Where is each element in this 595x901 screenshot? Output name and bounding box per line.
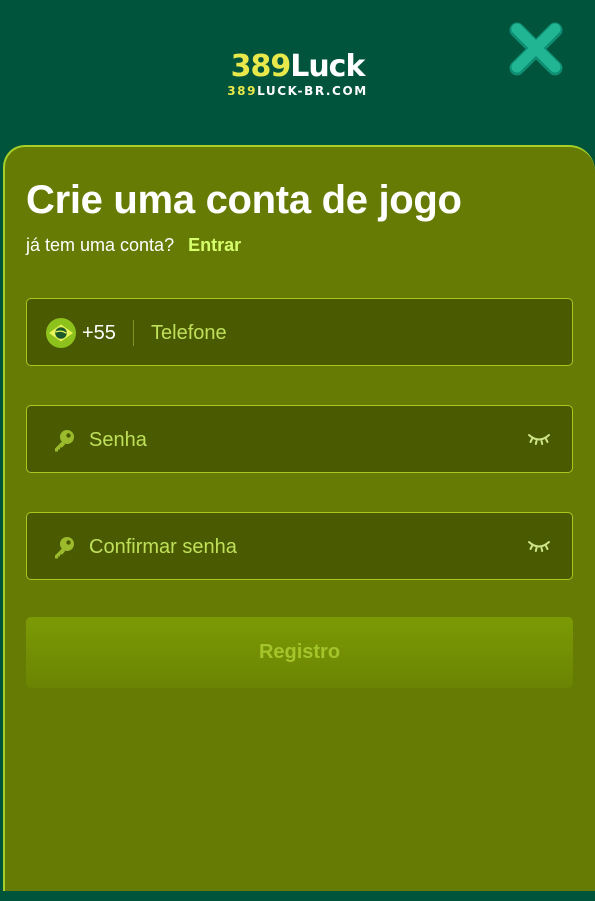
page-title: Crie uma conta de jogo: [26, 178, 462, 222]
close-button[interactable]: [505, 18, 567, 80]
country-code[interactable]: +55: [82, 321, 116, 345]
confirm-password-input[interactable]: [89, 533, 509, 561]
phone-input[interactable]: [151, 319, 551, 347]
login-prompt-text: já tem uma conta?: [26, 235, 175, 255]
brazil-flag-icon: [46, 318, 76, 348]
key-icon: [55, 430, 74, 452]
login-link[interactable]: Entrar: [188, 235, 241, 255]
phone-field[interactable]: +55: [26, 298, 573, 366]
eye-closed-icon[interactable]: [527, 430, 551, 448]
field-divider: [133, 320, 134, 346]
key-icon: [55, 537, 74, 559]
confirm-password-field[interactable]: [26, 512, 573, 580]
login-prompt-row: já tem uma conta? Entrar: [26, 234, 241, 256]
close-icon: [509, 22, 563, 76]
logo-domain: 389LUCK-BR.COM: [227, 84, 368, 98]
password-input[interactable]: [89, 426, 509, 454]
password-field[interactable]: [26, 405, 573, 473]
eye-closed-icon[interactable]: [527, 537, 551, 555]
header: 389Luck 389LUCK-BR.COM: [0, 0, 595, 145]
register-button[interactable]: Registro: [26, 617, 573, 688]
bottom-bar: [0, 891, 595, 901]
